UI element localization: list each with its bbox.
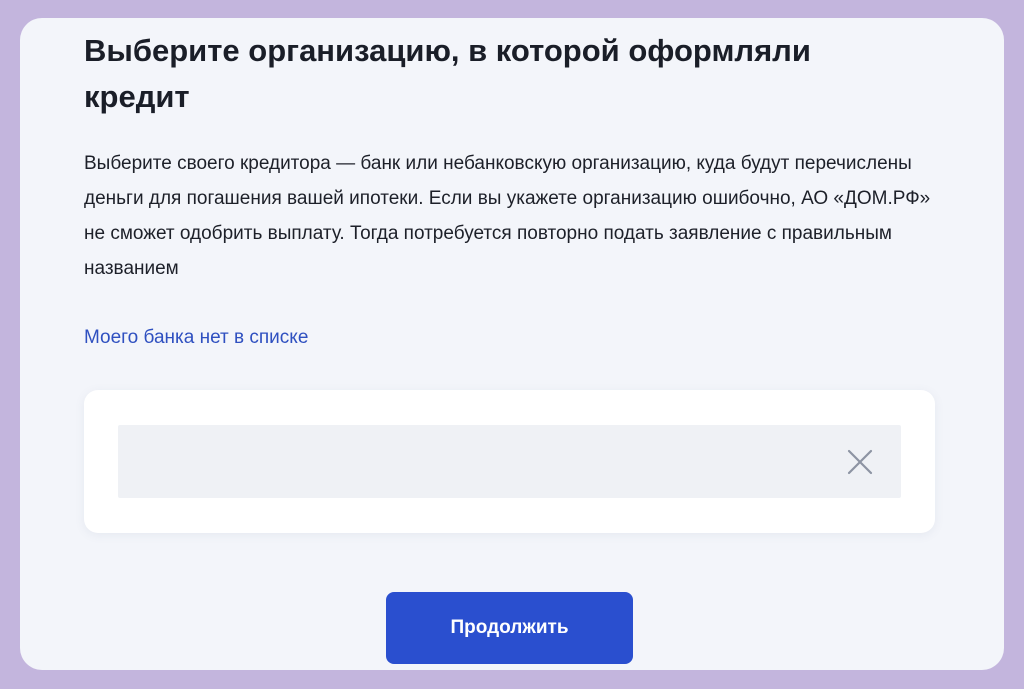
close-icon (847, 449, 873, 475)
page-title: Выберите организацию, в которой оформлял… (84, 33, 811, 114)
page-description: Выберите своего кредитора — банк или неб… (84, 153, 931, 279)
organization-search-card (84, 390, 935, 533)
continue-button[interactable]: Продолжить (386, 592, 633, 664)
organization-search-input[interactable] (118, 425, 858, 498)
missing-bank-link[interactable]: Моего банка нет в списке (84, 323, 308, 353)
page-container: Выберите организацию, в которой оформлял… (20, 18, 1004, 670)
clear-search-button[interactable] (845, 447, 875, 477)
organization-search-field[interactable] (118, 425, 901, 498)
